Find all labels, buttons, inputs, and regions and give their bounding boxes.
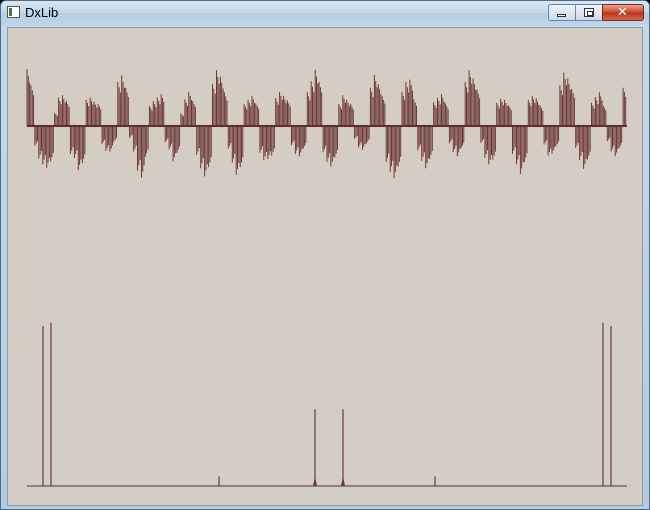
dxlib-window: DxLib ✕	[0, 0, 650, 510]
spectrum-peak-base	[341, 476, 345, 486]
maximize-icon	[584, 8, 594, 17]
client-area[interactable]	[7, 27, 643, 506]
visualization-canvas	[26, 69, 627, 487]
spectrum-peak-base	[313, 476, 317, 486]
minimize-icon	[557, 14, 566, 17]
minimize-button[interactable]	[548, 4, 575, 21]
window-title: DxLib	[25, 5, 59, 20]
spectrum-display	[27, 322, 627, 487]
maximize-button[interactable]	[575, 4, 602, 21]
caption-buttons: ✕	[548, 4, 644, 22]
close-button[interactable]: ✕	[602, 4, 644, 21]
app-window-icon[interactable]	[7, 6, 20, 18]
title-bar[interactable]: DxLib ✕	[1, 1, 649, 25]
close-icon: ✕	[617, 5, 628, 20]
waveform-display	[26, 69, 627, 179]
